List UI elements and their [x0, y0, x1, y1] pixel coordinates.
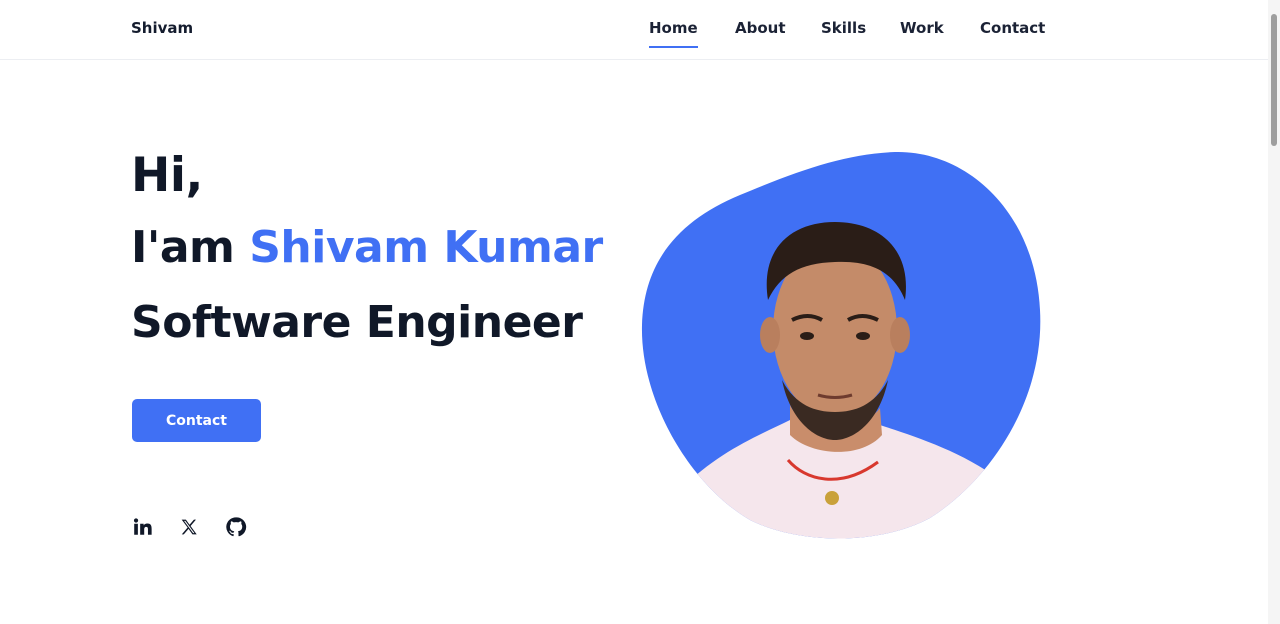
hero-role: Software Engineer [131, 297, 583, 348]
nav-skills[interactable]: Skills [821, 19, 866, 37]
hero-intro: I'am Shivam Kumar [131, 222, 603, 273]
x-icon[interactable] [178, 516, 200, 538]
page-scrollbar[interactable] [1268, 0, 1280, 624]
scrollbar-thumb[interactable] [1271, 14, 1277, 146]
nav-work[interactable]: Work [900, 19, 944, 37]
hero-greeting: Hi, [131, 148, 203, 203]
profile-photo [640, 150, 1042, 542]
nav-contact[interactable]: Contact [980, 19, 1045, 37]
header: Shivam Home About Skills Work Contact [0, 0, 1268, 60]
nav-about[interactable]: About [735, 19, 786, 37]
linkedin-icon[interactable] [131, 516, 153, 538]
main-nav: Home About Skills Work Contact [0, 19, 1268, 51]
nav-home[interactable]: Home [649, 19, 698, 48]
hero-name: Shivam Kumar [249, 222, 603, 273]
github-icon[interactable] [225, 516, 247, 538]
hero-intro-prefix: I'am [131, 222, 235, 273]
contact-button[interactable]: Contact [132, 399, 261, 442]
